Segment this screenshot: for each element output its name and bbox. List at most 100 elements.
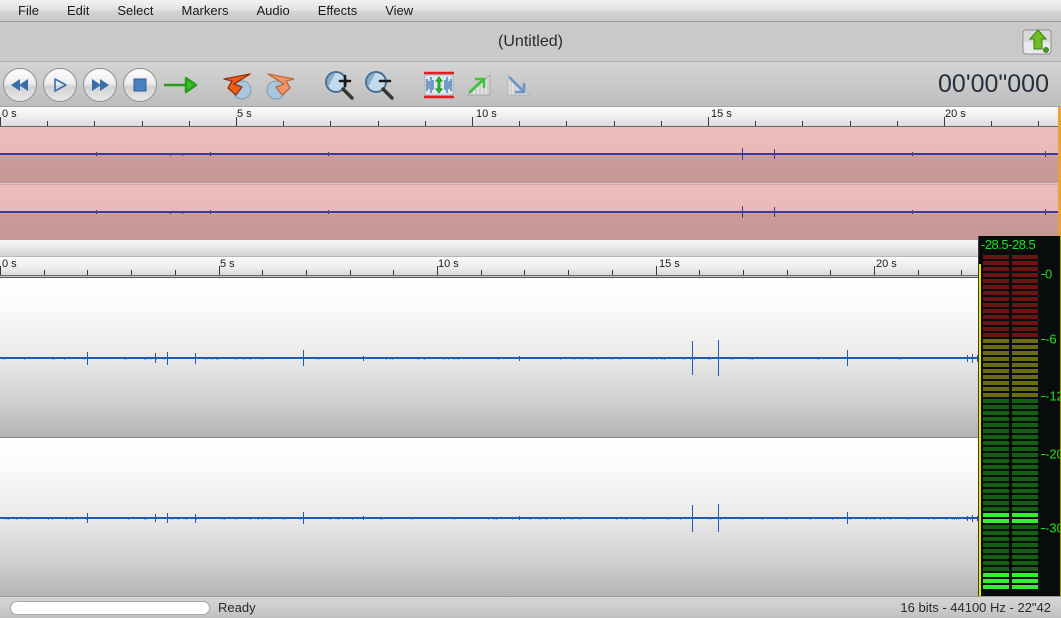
vu-segment: [1012, 375, 1038, 379]
zoom-in-button[interactable]: [320, 68, 358, 102]
waveform-noise: [216, 357, 217, 360]
vu-segment: [983, 345, 1009, 349]
vu-segment: [1012, 465, 1038, 469]
waveform-noise: [16, 517, 17, 520]
zoom-out-button[interactable]: [360, 68, 398, 102]
waveform-noise: [890, 517, 891, 520]
ruler-tick-minor: [330, 121, 331, 126]
waveform-noise: [424, 357, 425, 360]
vu-segment: [983, 375, 1009, 379]
normalize-button[interactable]: [420, 68, 458, 102]
ruler-tick-minor: [524, 270, 525, 275]
vu-meter-left-edge: [979, 264, 981, 596]
rewind-icon: [3, 68, 37, 102]
waveform-noise: [284, 517, 285, 520]
vu-scale-tick: [1041, 274, 1045, 275]
waveform-noise: [224, 517, 225, 520]
vu-segment: [983, 441, 1009, 445]
waveform-noise: [270, 517, 271, 520]
waveform-noise: [956, 517, 957, 520]
ruler-tick-minor: [94, 121, 95, 126]
waveform-noise: [386, 357, 387, 360]
waveform-transient: [195, 353, 196, 364]
waveform-noise: [24, 357, 25, 360]
overview-transient: [96, 210, 97, 214]
waveform-noise: [970, 517, 971, 520]
waveform-noise: [392, 357, 393, 360]
vu-segment: [1012, 585, 1038, 589]
menu-item-markers[interactable]: Markers: [168, 0, 243, 21]
vu-segment: [983, 429, 1009, 433]
vu-segment: [1012, 261, 1038, 265]
waveform-channel-right[interactable]: [0, 437, 978, 596]
waveform-noise: [832, 517, 833, 520]
vu-segment: [983, 423, 1009, 427]
menu-item-file[interactable]: File: [4, 0, 53, 21]
undo-button[interactable]: [220, 68, 258, 102]
waveform-noise: [564, 517, 565, 520]
ruler-tick-minor: [961, 270, 962, 275]
export-upload-icon[interactable]: [1021, 27, 1053, 57]
ruler-tick-minor: [262, 270, 263, 275]
rewind-button[interactable]: [3, 68, 37, 102]
fade-in-button[interactable]: [460, 68, 498, 102]
ruler-tick-minor: [393, 270, 394, 275]
menu-item-view[interactable]: View: [371, 0, 427, 21]
waveform-ruler[interactable]: 0 s 5 s 10 s 15 s 20 s: [0, 256, 1061, 276]
fade-out-button[interactable]: [500, 68, 538, 102]
waveform-noise: [48, 517, 49, 520]
vu-segment: [1012, 453, 1038, 457]
ruler-label: 10 s: [438, 258, 459, 270]
vu-segment: [1012, 567, 1038, 571]
waveform-noise: [52, 357, 53, 360]
waveform-noise: [710, 357, 711, 360]
waveform-noise: [72, 517, 73, 520]
vu-segment: [983, 417, 1009, 421]
waveform-noise: [52, 517, 53, 520]
waveform-noise: [954, 517, 955, 520]
menu-item-audio[interactable]: Audio: [242, 0, 303, 21]
waveform-noise: [318, 357, 319, 360]
ruler-tick-minor: [918, 270, 919, 275]
vu-segment: [983, 501, 1009, 505]
vu-peak-segment: [983, 513, 1009, 517]
waveform-noise: [880, 517, 881, 520]
goto-end-button[interactable]: [160, 68, 200, 102]
waveform-noise: [656, 357, 657, 360]
ruler-tick-major: [0, 266, 1, 275]
fade-out-icon: [500, 68, 538, 102]
vu-segment: [1012, 561, 1038, 565]
redo-button[interactable]: [260, 68, 298, 102]
overview-channel-left[interactable]: [0, 127, 1061, 183]
stop-icon: [123, 68, 157, 102]
vu-segment: [1012, 573, 1038, 577]
waveform-noise: [928, 517, 929, 520]
ruler-tick-major: [874, 266, 875, 275]
waveform-transient: [847, 512, 848, 524]
menu-item-edit[interactable]: Edit: [53, 0, 103, 21]
ruler-tick-minor: [743, 270, 744, 275]
waveform-channel-left[interactable]: [0, 278, 978, 437]
waveform-noise: [662, 357, 663, 360]
fast-forward-button[interactable]: [83, 68, 117, 102]
stop-button[interactable]: [123, 68, 157, 102]
menu-item-effects[interactable]: Effects: [304, 0, 372, 21]
waveform-noise: [946, 517, 947, 520]
waveform-noise: [146, 517, 147, 520]
play-button[interactable]: [43, 68, 77, 102]
vu-segment: [1012, 339, 1038, 343]
overview-channel-right[interactable]: [0, 184, 1061, 240]
vu-segment: [983, 477, 1009, 481]
menu-item-select[interactable]: Select: [103, 0, 167, 21]
overview-transient: [182, 153, 183, 156]
waveform-noise: [762, 517, 763, 520]
vu-segment: [983, 561, 1009, 565]
waveform-noise: [418, 357, 419, 360]
waveform-transient: [155, 514, 156, 522]
overview-waveform[interactable]: [0, 127, 1061, 240]
vu-segment: [1012, 333, 1038, 337]
vu-meter[interactable]: -28.5-28.5 0-6-12-20-30-60: [978, 236, 1061, 596]
overview-ruler[interactable]: 0 s 5 s 10 s 15 s 20 s: [0, 107, 1061, 127]
waveform-editor[interactable]: [0, 277, 978, 596]
waveform-noise: [966, 517, 967, 520]
